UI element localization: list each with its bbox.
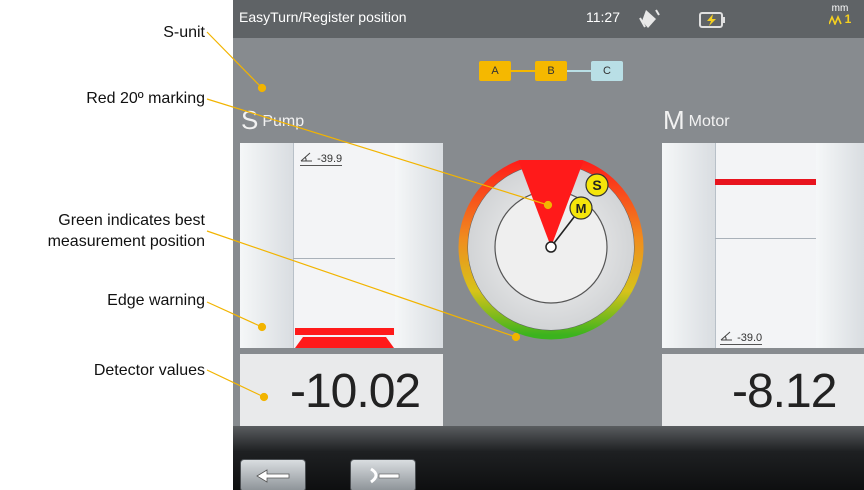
edge-warning-bar (295, 328, 394, 335)
dial-center (545, 241, 557, 253)
s-unit-letter: S (241, 105, 259, 135)
motor-angle-value: -39.0 (737, 332, 763, 344)
pump-detector: -39.9 (240, 143, 443, 348)
motor-angle-readout: -39.0 (720, 331, 763, 345)
signal-range-icon (827, 15, 842, 27)
angle-icon (300, 152, 312, 162)
pump-panel-title: S Pump (241, 105, 304, 136)
rotation-dial: S M (458, 160, 644, 340)
pump-angle-value: -39.9 (317, 153, 343, 165)
pump-detector-left (240, 143, 293, 348)
motor-detector-right (816, 143, 864, 348)
motor-label: Motor (688, 113, 730, 130)
step-connector-ab (511, 70, 535, 72)
callout-green-line1: Green indicates best (58, 212, 205, 229)
range-value: 1 (844, 12, 852, 26)
motor-detector-left (662, 143, 715, 348)
bottom-bar (233, 426, 864, 490)
edge-warning-marker (295, 337, 394, 348)
callout-s-unit: S-unit (163, 24, 205, 41)
step-b[interactable]: B (535, 61, 567, 81)
callout-detector-values: Detector values (93, 362, 205, 379)
screen-title: EasyTurn/Register position (239, 9, 407, 25)
motor-detector: -39.0 (662, 143, 864, 348)
step-c[interactable]: C (591, 61, 623, 81)
callout-green-position: Green indicates best measurement positio… (48, 210, 205, 252)
title-bar: EasyTurn/Register position 11:27 mm 1 (233, 0, 864, 38)
m-marker-label: M (576, 201, 587, 216)
rotate-device-icon (639, 9, 660, 28)
battery-charging-icon (699, 12, 725, 28)
motor-detector-center (715, 143, 817, 348)
step-connector-bc (567, 70, 591, 72)
m-unit-letter: M (663, 105, 685, 135)
clock-time: 11:27 (586, 9, 620, 25)
pump-detector-right (395, 143, 443, 348)
next-step-button[interactable] (350, 459, 416, 490)
back-arrow-icon (256, 469, 290, 483)
pump-detector-center (293, 143, 396, 348)
next-step-icon (370, 467, 400, 484)
back-button[interactable] (240, 459, 306, 490)
motor-panel-title: M Motor (663, 105, 730, 136)
s-marker-label: S (592, 177, 601, 193)
device-screen: EasyTurn/Register position 11:27 mm 1 A … (233, 0, 864, 490)
motor-detector-value: -8.12 (732, 365, 837, 418)
callout-red-marking: Red 20º marking (86, 90, 205, 107)
step-a[interactable]: A (479, 61, 511, 81)
motor-laser-position (715, 179, 816, 185)
pump-label: Pump (262, 113, 305, 130)
angle-icon (720, 331, 732, 341)
pump-angle-readout: -39.9 (300, 152, 343, 166)
motor-detector-midline (715, 238, 816, 239)
callout-edge-warning: Edge warning (107, 292, 205, 309)
unit-indicator: mm 1 (825, 4, 855, 27)
pump-value-box: -10.02 (240, 354, 443, 426)
callout-green-line2: measurement position (47, 233, 205, 250)
pump-detector-midline (293, 258, 395, 259)
pump-detector-value: -10.02 (290, 365, 421, 418)
motor-value-box: -8.12 (662, 354, 864, 426)
